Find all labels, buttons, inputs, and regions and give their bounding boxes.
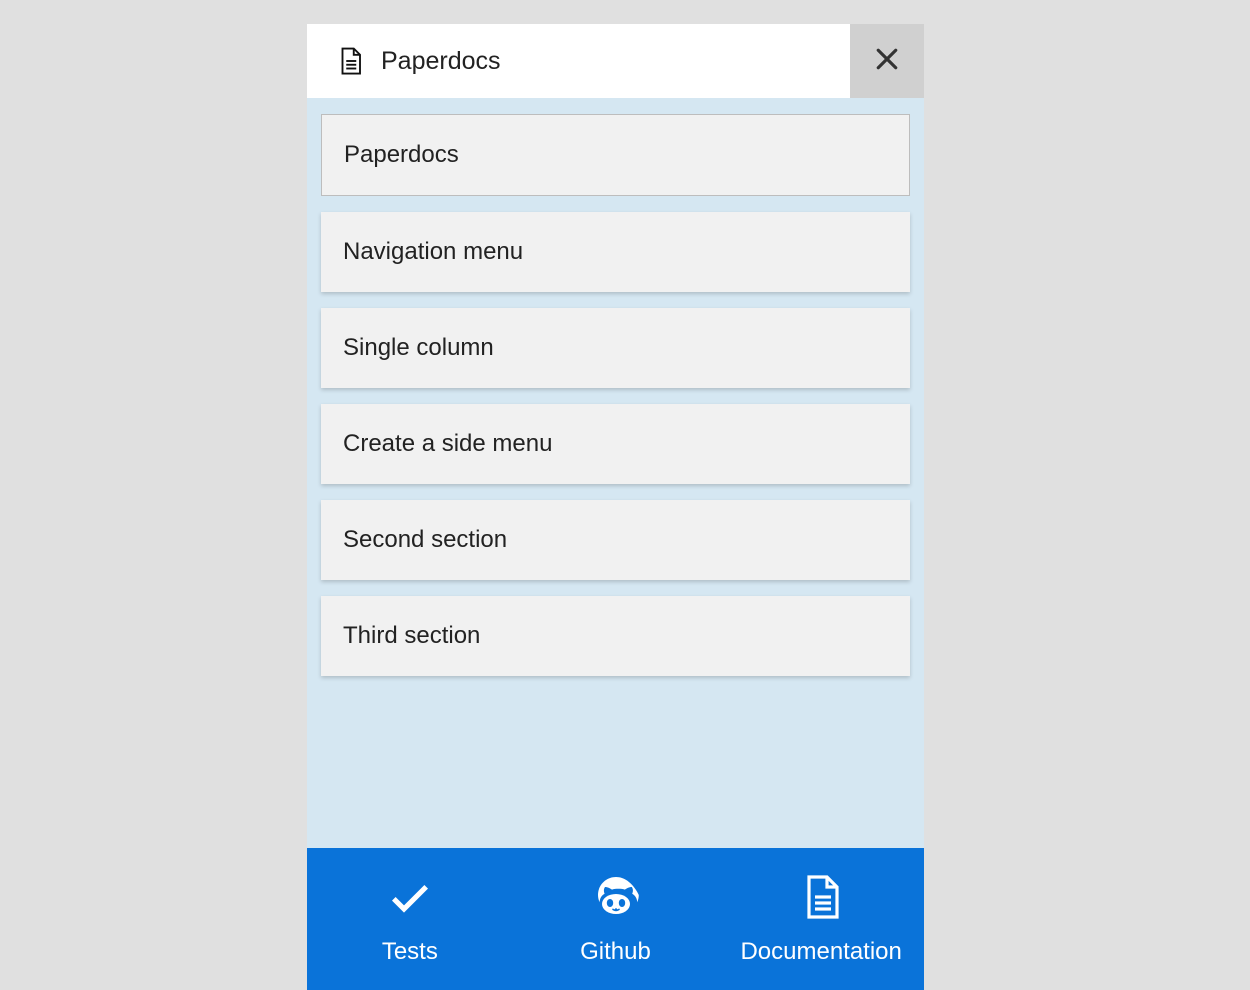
tab-label: Tests [382, 938, 438, 966]
cross-icon [872, 44, 902, 79]
tab-github[interactable]: Github [513, 848, 719, 990]
document-icon [797, 873, 845, 926]
tab-label: Github [580, 938, 651, 966]
menu-item-label: Navigation menu [343, 238, 523, 265]
menu-item-navigation-menu[interactable]: Navigation menu [321, 212, 910, 292]
app-viewport: Paperdocs Paperdocs Navigation menu Sing… [287, 0, 944, 990]
check-icon [386, 873, 434, 926]
tab-documentation[interactable]: Documentation [718, 848, 924, 990]
tab-tests[interactable]: Tests [307, 848, 513, 990]
menu-item-label: Second section [343, 526, 507, 553]
menu-item-single-column[interactable]: Single column [321, 308, 910, 388]
menu-item-label: Single column [343, 334, 494, 361]
brand-area[interactable]: Paperdocs [307, 24, 850, 98]
tab-label: Documentation [740, 938, 901, 966]
bottom-tab-bar: Tests Github [307, 848, 924, 990]
header-bar: Paperdocs [307, 24, 924, 98]
menu-item-label: Create a side menu [343, 430, 552, 457]
menu-item-third-section[interactable]: Third section [321, 596, 910, 676]
menu-panel: Paperdocs Navigation menu Single column … [307, 98, 924, 848]
menu-item-paperdocs[interactable]: Paperdocs [321, 114, 910, 196]
document-icon [335, 46, 365, 76]
github-icon [592, 873, 640, 926]
menu-item-create-side-menu[interactable]: Create a side menu [321, 404, 910, 484]
menu-item-label: Paperdocs [344, 141, 459, 168]
close-button[interactable] [850, 24, 924, 98]
brand-title: Paperdocs [381, 47, 501, 76]
menu-item-label: Third section [343, 622, 480, 649]
menu-item-second-section[interactable]: Second section [321, 500, 910, 580]
